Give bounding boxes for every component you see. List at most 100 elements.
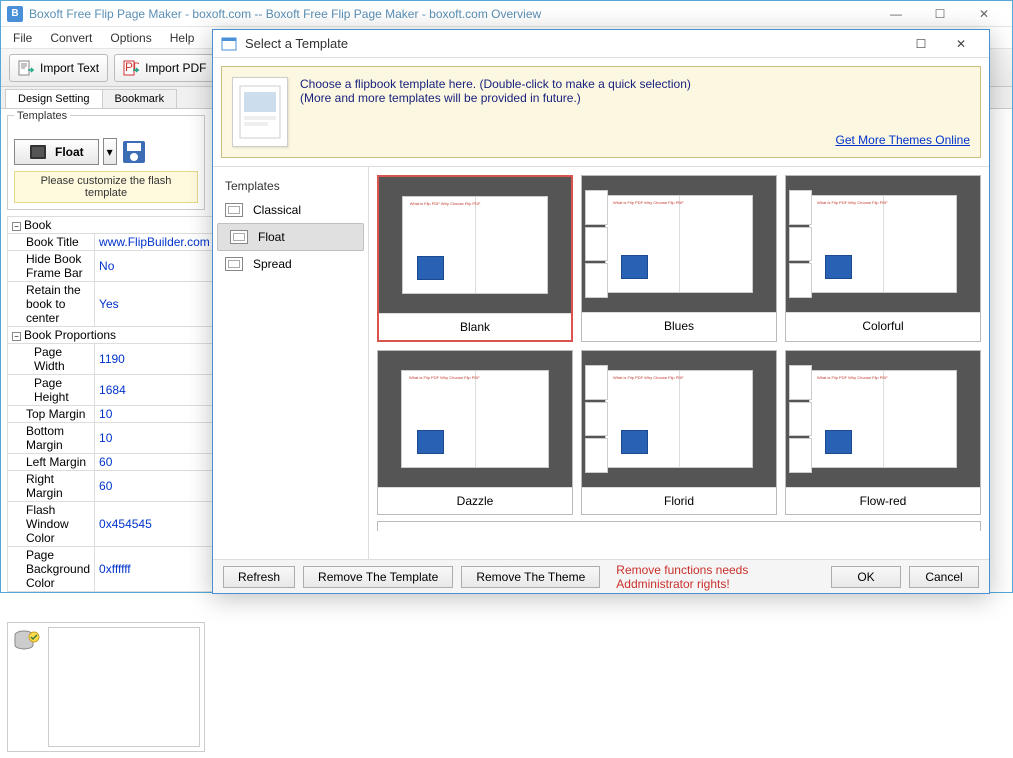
template-select-button[interactable]: Float <box>14 139 99 165</box>
sidebar-item-classical[interactable]: Classical <box>213 197 368 223</box>
prop-val[interactable]: 0xffffff <box>95 547 215 592</box>
menu-help[interactable]: Help <box>162 29 203 47</box>
info-message: Choose a flipbook template here. (Double… <box>300 77 823 147</box>
template-card-flow-red[interactable]: What is Flip PDF Why Choose Flip PDF Flo… <box>785 350 981 515</box>
tab-bookmark[interactable]: Bookmark <box>102 89 178 108</box>
prop-key: Page Width <box>8 344 95 375</box>
design-panel: Templates Float ▾ Please customize the f… <box>1 109 211 758</box>
template-preview: What is Flip PDF Why Choose Flip PDF <box>786 176 980 312</box>
prop-val[interactable]: 10 <box>95 423 215 454</box>
save-template-icon[interactable] <box>121 139 147 165</box>
main-window: B Boxoft Free Flip Page Maker - boxoft.c… <box>0 0 1013 593</box>
template-label: Dazzle <box>378 487 572 514</box>
prop-key: Right Margin <box>8 471 95 502</box>
ok-button[interactable]: OK <box>831 566 901 588</box>
prop-key: Retain the book to center <box>8 282 95 327</box>
template-card-florid[interactable]: What is Flip PDF Why Choose Flip PDF Flo… <box>581 350 777 515</box>
template-label: Colorful <box>786 312 980 339</box>
remove-theme-button[interactable]: Remove The Theme <box>461 566 600 588</box>
tab-design-setting[interactable]: Design Setting <box>5 89 103 108</box>
dialog-close-button[interactable]: ✕ <box>941 32 981 56</box>
menu-convert[interactable]: Convert <box>42 29 100 47</box>
sidebar-item-float[interactable]: Float <box>217 223 364 251</box>
template-card-blank[interactable]: What is Flip PDF Why Choose Flip PDF Bla… <box>377 175 573 342</box>
menu-file[interactable]: File <box>5 29 40 47</box>
import-text-label: Import Text <box>40 61 99 75</box>
sidebar-item-spread[interactable]: Spread <box>213 251 368 277</box>
template-card-dazzle[interactable]: What is Flip PDF Why Choose Flip PDF Daz… <box>377 350 573 515</box>
template-gallery: What is Flip PDF Why Choose Flip PDF Bla… <box>369 167 989 559</box>
template-label: Flow-red <box>786 487 980 514</box>
template-card-colorful[interactable]: What is Flip PDF Why Choose Flip PDF Col… <box>785 175 981 342</box>
template-name: Float <box>55 145 84 159</box>
prop-key: Hide Book Frame Bar <box>8 251 95 282</box>
customize-message: Please customize the flash template <box>14 171 198 203</box>
prop-val[interactable]: 60 <box>95 454 215 471</box>
template-preview: What is Flip PDF Why Choose Flip PDF <box>379 177 571 313</box>
database-icon <box>12 627 42 657</box>
prop-val[interactable]: Yes <box>95 282 215 327</box>
template-card-blues[interactable]: What is Flip PDF Why Choose Flip PDF Blu… <box>581 175 777 342</box>
preview-box <box>48 627 200 747</box>
maximize-button[interactable]: ☐ <box>918 2 962 26</box>
close-button[interactable]: ✕ <box>962 2 1006 26</box>
templates-legend: Templates <box>14 110 70 122</box>
admin-warning: Remove functions needs Addministrator ri… <box>616 563 823 591</box>
prop-val[interactable]: No <box>95 251 215 282</box>
import-text-button[interactable]: Import Text <box>9 54 108 82</box>
dialog-title: Select a Template <box>245 36 901 51</box>
main-titlebar: B Boxoft Free Flip Page Maker - boxoft.c… <box>1 1 1012 27</box>
prop-key: Flash Window Color <box>8 502 95 547</box>
group-book: Book <box>24 218 51 232</box>
import-pdf-icon: PDF <box>123 60 139 76</box>
template-label: Blank <box>379 313 571 340</box>
collapse-icon[interactable]: − <box>12 332 21 341</box>
prop-val[interactable]: 10 <box>95 406 215 423</box>
remove-template-button[interactable]: Remove The Template <box>303 566 453 588</box>
dialog-maximize-button[interactable]: ☐ <box>901 32 941 56</box>
template-card[interactable] <box>377 521 981 531</box>
sidebar-label: Spread <box>253 257 292 271</box>
template-label: Florid <box>582 487 776 514</box>
prop-key: Top Margin <box>8 406 95 423</box>
sidebar-label: Classical <box>253 203 301 217</box>
template-type-icon <box>230 230 248 244</box>
sidebar-head: Templates <box>213 175 368 197</box>
dialog-titlebar: Select a Template ☐ ✕ <box>213 30 989 58</box>
prop-key: Page Background Color <box>8 547 95 592</box>
template-type-icon <box>225 257 243 271</box>
prop-val[interactable]: 1684 <box>95 375 215 406</box>
prop-val[interactable]: 1190 <box>95 344 215 375</box>
templates-fieldset: Templates Float ▾ Please customize the f… <box>7 115 205 210</box>
prop-val[interactable]: 0x454545 <box>95 502 215 547</box>
dialog-footer: Refresh Remove The Template Remove The T… <box>213 559 989 593</box>
info-line2: (More and more templates will be provide… <box>300 91 823 105</box>
template-preview: What is Flip PDF Why Choose Flip PDF <box>582 176 776 312</box>
prop-val[interactable]: 60 <box>95 471 215 502</box>
info-thumb-icon <box>232 77 288 147</box>
dialog-body: Templates Classical Float Spread What is… <box>213 166 989 559</box>
minimize-button[interactable]: — <box>874 2 918 26</box>
info-line1: Choose a flipbook template here. (Double… <box>300 77 823 91</box>
category-sidebar: Templates Classical Float Spread <box>213 167 369 559</box>
prop-val[interactable]: www.FlipBuilder.com <box>95 234 215 251</box>
import-text-icon <box>18 60 34 76</box>
import-pdf-button[interactable]: PDF Import PDF <box>114 54 215 82</box>
prop-key: Page Height <box>8 375 95 406</box>
app-icon: B <box>7 6 23 22</box>
prop-key: Bottom Margin <box>8 423 95 454</box>
template-preview: What is Flip PDF Why Choose Flip PDF <box>786 351 980 487</box>
template-type-icon <box>225 203 243 217</box>
book-icon <box>29 144 47 160</box>
cancel-button[interactable]: Cancel <box>909 566 979 588</box>
get-themes-link[interactable]: Get More Themes Online <box>835 133 970 147</box>
menu-options[interactable]: Options <box>102 29 159 47</box>
template-dropdown-arrow[interactable]: ▾ <box>103 138 117 165</box>
template-preview: What is Flip PDF Why Choose Flip PDF <box>582 351 776 487</box>
refresh-button[interactable]: Refresh <box>223 566 295 588</box>
collapse-icon[interactable]: − <box>12 222 21 231</box>
property-grid[interactable]: −Book Book Titlewww.FlipBuilder.com Hide… <box>7 216 215 592</box>
import-pdf-label: Import PDF <box>145 61 206 75</box>
group-proportions: Book Proportions <box>24 328 116 342</box>
sidebar-label: Float <box>258 230 285 244</box>
